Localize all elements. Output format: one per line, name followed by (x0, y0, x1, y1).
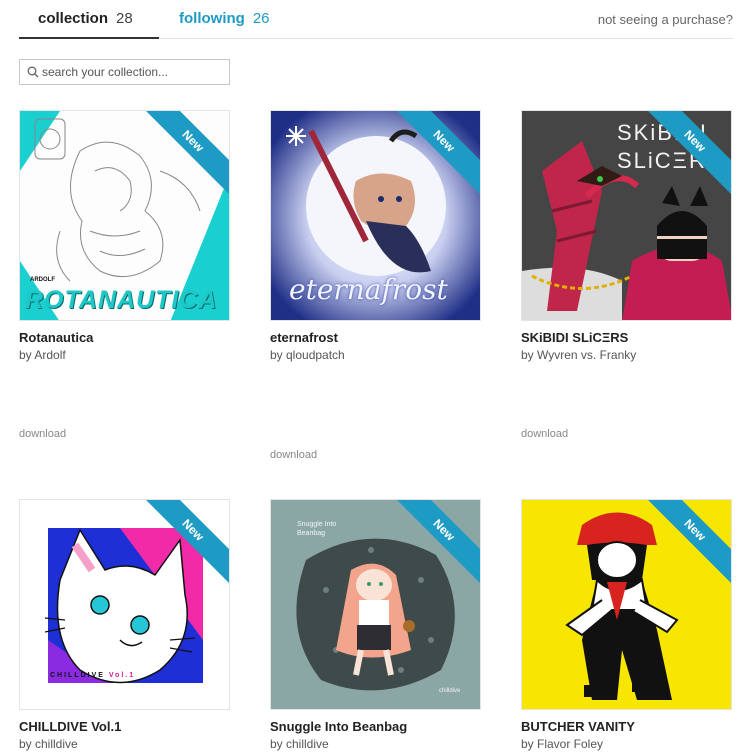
collection-item: New BUTCHER VANITY by Flavor Foley (521, 499, 733, 751)
collection-item: eternafrost New eternafrost by qloudpatc… (270, 110, 482, 461)
item-artist: by Wyvren vs. Franky (521, 348, 637, 362)
cover-small-text: ARDOLF (30, 277, 55, 283)
item-artist: by chilldive (19, 737, 78, 751)
search-box[interactable] (19, 59, 230, 85)
item-artist: by Flavor Foley (521, 737, 604, 751)
album-art[interactable]: eternafrost New (270, 110, 481, 321)
cover-title-text: ROTANAUTICA (25, 286, 218, 314)
album-art[interactable]: ARDOLF ROTANAUTICA New (19, 110, 230, 321)
album-art[interactable]: Snuggle Into Beanbag chilldive New (270, 499, 481, 710)
item-artist: by Ardolf (19, 348, 66, 362)
cover-title-text: CHILLDIVE Vol.1 (50, 672, 136, 679)
album-art[interactable]: SKiBIDI SLiCΞRS New (521, 110, 732, 321)
album-art[interactable]: New (521, 499, 732, 710)
cover-title-text: eternafrost (289, 273, 448, 306)
item-title[interactable]: Snuggle Into Beanbag (270, 719, 482, 734)
search-input[interactable] (42, 63, 226, 81)
collection-item: ARDOLF ROTANAUTICA New Rotanautica by Ar… (19, 110, 231, 440)
not-seeing-purchase-link[interactable]: not seeing a purchase? (598, 12, 733, 27)
download-link[interactable]: download (19, 428, 66, 440)
tab-collection-label: collection (38, 10, 109, 27)
item-title[interactable]: Rotanautica (19, 330, 231, 345)
item-title[interactable]: CHILLDIVE Vol.1 (19, 719, 231, 734)
tab-collection-count: 28 (116, 10, 133, 27)
collection-item: SKiBIDI SLiCΞRS New SKiBIDI SLiCΞRS by W… (521, 110, 733, 440)
tab-following[interactable]: following 26 (179, 10, 270, 39)
download-link[interactable]: download (270, 449, 317, 461)
tab-following-label: following (179, 10, 245, 27)
item-artist: by chilldive (270, 737, 329, 751)
collection-item: Snuggle Into Beanbag chilldive New Snugg… (270, 499, 482, 751)
item-title[interactable]: SKiBIDI SLiCΞRS (521, 330, 733, 345)
tab-following-count: 26 (252, 10, 270, 27)
item-artist: by qloudpatch (270, 348, 345, 362)
download-link[interactable]: download (521, 428, 568, 440)
item-title[interactable]: eternafrost (270, 330, 482, 345)
item-title[interactable]: BUTCHER VANITY (521, 719, 733, 734)
cover-small-text: chilldive (439, 688, 461, 694)
tab-collection[interactable]: collection 28 (19, 10, 159, 39)
cover-title-text: Snuggle Into Beanbag (297, 521, 337, 537)
collection-item: CHILLDIVE Vol.1 New CHILLDIVE Vol.1 by c… (19, 499, 231, 751)
album-art[interactable]: CHILLDIVE Vol.1 New (19, 499, 230, 710)
collection-tabs: collection 28 following 26 not seeing a pu… (19, 0, 733, 39)
search-icon (27, 66, 39, 78)
